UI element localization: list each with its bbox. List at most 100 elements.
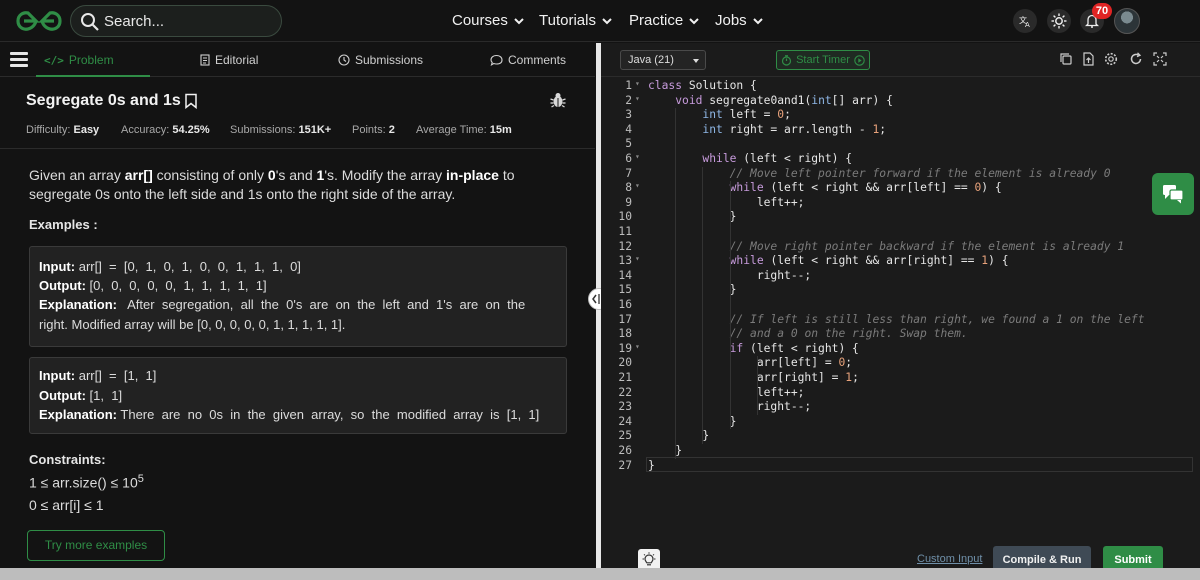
code-line[interactable]: 14 right--;: [601, 269, 1200, 284]
chat-widget-icon[interactable]: [1152, 173, 1194, 215]
play-icon: [854, 54, 865, 66]
code-line[interactable]: 16: [601, 298, 1200, 313]
code-text: }: [648, 429, 710, 443]
gfg-logo-icon[interactable]: [14, 9, 64, 33]
code-line[interactable]: 8 ▾ while (left < right && arr[left] == 0…: [601, 181, 1200, 196]
chevron-down-icon: [752, 17, 763, 24]
fold-chevron-icon[interactable]: ▾: [635, 79, 640, 88]
code-text: // If left is still less than right, we …: [729, 312, 1145, 326]
fold-chevron-icon[interactable]: ▾: [635, 152, 640, 161]
svg-text:A: A: [1025, 21, 1030, 28]
nav-practice[interactable]: Practice: [629, 12, 700, 29]
try-more-examples-button[interactable]: Try more examples: [27, 530, 165, 561]
page-title: Segregate 0s and 1s: [26, 92, 198, 110]
nav-label: Courses: [452, 12, 508, 29]
tab-editorial[interactable]: Editorial: [200, 53, 258, 67]
code-line[interactable]: 4 int right = arr.length - 1;: [601, 123, 1200, 138]
nav-tutorials[interactable]: Tutorials: [539, 12, 613, 29]
bug-report-icon[interactable]: [549, 91, 567, 109]
fold-chevron-icon[interactable]: ▾: [635, 181, 640, 190]
custom-input-link[interactable]: Custom Input: [917, 553, 982, 565]
desc-text: Given an array: [29, 167, 125, 183]
upload-file-icon[interactable]: [1081, 52, 1095, 66]
code-editor[interactable]: 1 ▾ class Solution {2 ▾ void segregate0and1…: [601, 77, 1200, 517]
code-line[interactable]: 13 ▾ while (left < right && arr[right] ==…: [601, 254, 1200, 269]
line-number: 24: [618, 414, 632, 428]
fullscreen-icon[interactable]: [1153, 52, 1167, 66]
timer-icon: [781, 54, 792, 66]
start-timer-button[interactable]: Start Timer: [776, 50, 870, 70]
language-select[interactable]: Java (21): [620, 50, 706, 70]
search-input[interactable]: Search...: [104, 13, 164, 30]
desc-text: 's and: [275, 167, 317, 183]
code-line[interactable]: 11: [601, 225, 1200, 240]
translate-icon[interactable]: 文A: [1013, 9, 1037, 33]
line-number: 17: [618, 312, 632, 326]
code-line[interactable]: 25 }: [601, 429, 1200, 444]
avatar[interactable]: [1114, 8, 1140, 34]
code-line[interactable]: 7 // Move left pointer forward if the el…: [601, 167, 1200, 182]
constraints-heading: Constraints:: [29, 452, 106, 467]
horizontal-scrollbar[interactable]: [0, 568, 1200, 580]
search-box[interactable]: Search...: [70, 5, 282, 37]
code-text: int left = 0;: [702, 108, 791, 122]
code-line[interactable]: 24 }: [601, 415, 1200, 430]
line-number: 7: [625, 166, 632, 180]
copy-icon[interactable]: [1059, 52, 1073, 66]
nav-jobs[interactable]: Jobs: [715, 12, 764, 29]
label: Input:: [39, 368, 76, 383]
line-number: 18: [618, 327, 632, 341]
desc-bold: arr[]: [124, 167, 153, 183]
code-line[interactable]: 10 }: [601, 210, 1200, 225]
meta-value: 54.25%: [172, 124, 210, 136]
line-number: 6: [625, 152, 632, 165]
line-number: 9: [625, 195, 632, 209]
code-text: left++;: [648, 385, 805, 399]
tab-comments[interactable]: Comments: [490, 53, 566, 67]
code-line[interactable]: 15 }: [601, 283, 1200, 298]
code-line[interactable]: 12 // Move right pointer backward if the…: [601, 240, 1200, 255]
code-line[interactable]: 19 ▾ if (left < right) {: [601, 342, 1200, 357]
theme-toggle-icon[interactable]: [1047, 9, 1071, 33]
code-line[interactable]: 9 left++;: [601, 196, 1200, 211]
code-line[interactable]: 17 // If left is still less than right, …: [601, 313, 1200, 328]
code-line[interactable]: 22 left++;: [601, 386, 1200, 401]
line-number: 16: [618, 298, 632, 311]
value: arr[] = [0, 1, 0, 1, 0, 0, 1, 1, 1, 0]: [78, 259, 301, 274]
value: [1, 1]: [89, 388, 123, 403]
code-line[interactable]: 6 ▾ while (left < right) {: [601, 152, 1200, 167]
code-line[interactable]: 2 ▾ void segregate0and1(int[] arr) {: [601, 94, 1200, 109]
meta-points: Points: 2: [352, 124, 395, 136]
nav-courses[interactable]: Courses: [452, 12, 525, 29]
tab-problem[interactable]: </> Problem: [44, 53, 114, 67]
line-number: 19: [618, 341, 632, 355]
meta-average-time: Average Time: 15m: [416, 124, 512, 136]
problem-description: Given an array arr[] consisting of only …: [29, 166, 569, 204]
fold-chevron-icon[interactable]: ▾: [635, 254, 640, 263]
example-box-1: Input: arr[] = [0, 1, 0, 1, 0, 0, 1, 1, …: [29, 246, 567, 347]
line-number: 11: [618, 225, 632, 238]
value: After segregation, all the 0's are on th…: [127, 297, 526, 312]
code-text: // Move left pointer forward if the elem…: [729, 166, 1111, 180]
code-line[interactable]: 20 arr[left] = 0;: [601, 356, 1200, 371]
tab-submissions[interactable]: Submissions: [338, 53, 423, 67]
chevron-down-icon: [514, 17, 524, 24]
meta-label: Difficulty:: [26, 124, 71, 136]
code-line[interactable]: 21 arr[right] = 1;: [601, 371, 1200, 386]
reset-icon[interactable]: [1129, 52, 1143, 66]
code-line[interactable]: 1 ▾ class Solution {: [601, 79, 1200, 94]
code-line[interactable]: 3 int left = 0;: [601, 108, 1200, 123]
menu-icon[interactable]: [10, 52, 28, 68]
line-number: 15: [618, 283, 632, 297]
nav-label: Tutorials: [539, 12, 596, 29]
example-output: Output: [1, 1]: [39, 388, 122, 403]
code-text: while (left < right && arr[left] == 0) {: [729, 181, 1002, 195]
settings-icon[interactable]: [1104, 52, 1118, 66]
meta-label: Points:: [352, 124, 386, 136]
code-line[interactable]: 18 // and a 0 on the right. Swap them.: [601, 327, 1200, 342]
fold-chevron-icon[interactable]: ▾: [635, 342, 640, 351]
code-line[interactable]: 5: [601, 137, 1200, 152]
code-line[interactable]: 23 right--;: [601, 400, 1200, 415]
bookmark-icon[interactable]: [184, 93, 198, 109]
fold-chevron-icon[interactable]: ▾: [635, 94, 640, 103]
